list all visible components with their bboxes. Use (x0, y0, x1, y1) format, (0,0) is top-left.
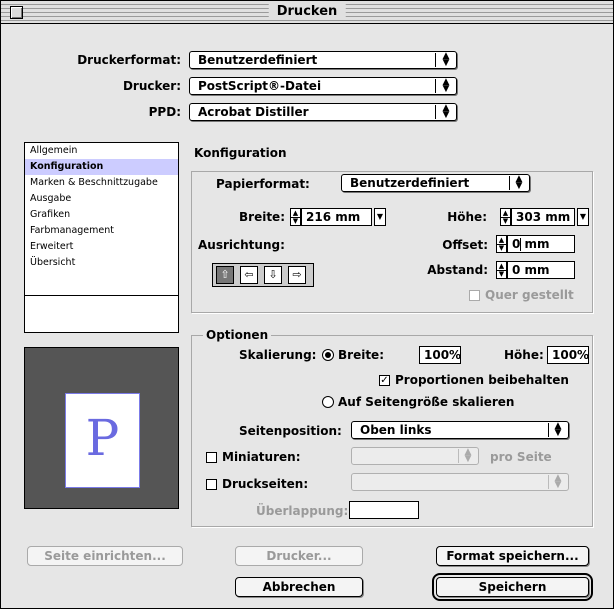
spacing-field[interactable]: 0 mm (507, 261, 575, 279)
ppd-popup[interactable]: Acrobat Distiller ▲ ▼ (189, 103, 457, 121)
thumbnails-checkbox[interactable] (206, 452, 217, 463)
panel-list: Allgemein Konfiguration Marken & Beschni… (24, 142, 179, 333)
page-position-label: Seitenposition: (239, 424, 342, 438)
offset-label: Offset: (442, 238, 488, 252)
offset-field[interactable]: 0 mm (507, 235, 575, 253)
scaling-label: Skalierung: (239, 348, 317, 362)
overlap-label: Überlappung: (256, 504, 349, 518)
keep-proportions-checkbox[interactable]: ✓ (379, 375, 390, 386)
height-unit-dropdown[interactable]: ▼ (577, 208, 589, 226)
save-format-button[interactable]: Format speichern... (436, 546, 589, 566)
scale-width-label: Breite: (338, 348, 384, 362)
orientation-landscape-flipped-icon[interactable]: ⇨ (288, 266, 306, 284)
fit-page-label: Auf Seitengröße skalieren (338, 395, 515, 409)
width-stepper[interactable]: ▲ ▼ (290, 208, 301, 226)
printer-style-value: Benutzerdefiniert (198, 53, 318, 67)
sidebar-item-grafiken[interactable]: Grafiken (25, 207, 178, 223)
scale-height-field[interactable]: 100% (547, 346, 589, 364)
list-divider (25, 295, 178, 296)
offset-stepper[interactable]: ▲ ▼ (496, 235, 507, 253)
printer-label: Drucker: (122, 79, 181, 93)
orientation-portrait-icon[interactable]: ⇧ (216, 266, 234, 284)
thumbnails-popup[interactable]: ▲ ▼ (351, 447, 479, 465)
sidebar-item-konfiguration[interactable]: Konfiguration (25, 159, 178, 175)
orientation-label: Ausrichtung: (198, 238, 285, 252)
popup-arrows-icon: ▲ ▼ (442, 51, 450, 68)
popup-arrows-icon: ▲ ▼ (442, 103, 450, 120)
paper-size-value: Benutzerdefiniert (350, 176, 470, 190)
per-page-label: pro Seite (490, 450, 552, 464)
page-position-value: Oben links (360, 423, 432, 437)
sidebar-item-uebersicht[interactable]: Übersicht (25, 255, 178, 271)
scale-width-radio[interactable] (322, 349, 334, 361)
page-position-popup[interactable]: Oben links ▲ ▼ (351, 421, 569, 439)
width-unit-dropdown[interactable]: ▼ (374, 208, 386, 226)
sidebar-item-farbmanagement[interactable]: Farbmanagement (25, 223, 178, 239)
printer-popup[interactable]: PostScript®-Datei ▲ ▼ (189, 77, 457, 95)
height-stepper[interactable]: ▲ ▼ (500, 208, 511, 226)
popup-arrows-icon: ▲ ▼ (554, 473, 562, 490)
title-bar[interactable]: Drucken (1, 1, 613, 24)
print-dialog-window: Drucken Druckerformat: Benutzerdefiniert… (0, 0, 614, 609)
page-preview: P (24, 347, 179, 509)
thumbnails-label: Miniaturen: (222, 450, 301, 464)
orientation-buttons: ⇧ ⇦ ⇩ ⇨ (212, 263, 314, 287)
sidebar-item-erweitert[interactable]: Erweitert (25, 239, 178, 255)
height-label: Höhe: (447, 210, 487, 224)
paper-size-popup[interactable]: Benutzerdefiniert ▲ ▼ (341, 174, 530, 192)
width-field[interactable]: 216 mm (301, 208, 372, 226)
width-label: Breite: (239, 210, 285, 224)
keep-proportions-label: Proportionen beibehalten (395, 373, 569, 387)
paper-size-label: Papierformat: (216, 177, 310, 191)
ppd-label: PPD: (148, 105, 181, 119)
spacing-stepper[interactable]: ▲ ▼ (496, 261, 507, 279)
window-title: Drucken (268, 4, 346, 20)
sidebar-item-ausgabe[interactable]: Ausgabe (25, 191, 178, 207)
tiles-checkbox[interactable] (206, 479, 217, 490)
cancel-button[interactable]: Abbrechen (235, 577, 363, 597)
options-legend: Optionen (203, 328, 272, 342)
spacing-label: Abstand: (427, 263, 488, 277)
page-setup-button[interactable]: Seite einrichten... (27, 546, 183, 566)
printer-style-popup[interactable]: Benutzerdefiniert ▲ ▼ (189, 51, 457, 69)
tiles-label: Druckseiten: (222, 477, 309, 491)
printer-value: PostScript®-Datei (198, 79, 322, 93)
scale-width-field[interactable]: 100% (419, 346, 461, 364)
close-box-icon[interactable] (10, 6, 23, 19)
save-button[interactable]: Speichern (432, 573, 593, 601)
section-heading: Konfiguration (194, 146, 287, 160)
overlap-field[interactable] (349, 501, 419, 519)
transverse-label: Quer gestellt (485, 288, 574, 302)
printer-button[interactable]: Drucker... (235, 546, 363, 566)
sidebar-item-allgemein[interactable]: Allgemein (25, 143, 178, 159)
sidebar-item-marken[interactable]: Marken & Beschnittzugabe (25, 175, 178, 191)
popup-arrows-icon: ▲ ▼ (442, 77, 450, 94)
popup-arrows-icon: ▲ ▼ (515, 174, 523, 191)
orientation-portrait-flipped-icon[interactable]: ⇩ (264, 266, 282, 284)
ppd-value: Acrobat Distiller (198, 105, 309, 119)
fit-page-radio[interactable] (322, 396, 334, 408)
popup-arrows-icon: ▲ ▼ (554, 421, 562, 438)
transverse-checkbox[interactable] (469, 290, 480, 301)
preview-letter: P (85, 409, 120, 467)
scale-height-label: Höhe: (504, 348, 544, 362)
printer-style-label: Druckerformat: (77, 53, 181, 67)
preview-page: P (65, 393, 140, 488)
popup-arrows-icon: ▲ ▼ (464, 447, 472, 464)
tiles-popup[interactable]: ▲ ▼ (351, 473, 569, 491)
orientation-landscape-icon[interactable]: ⇦ (240, 266, 258, 284)
height-field[interactable]: 303 mm (511, 208, 575, 226)
